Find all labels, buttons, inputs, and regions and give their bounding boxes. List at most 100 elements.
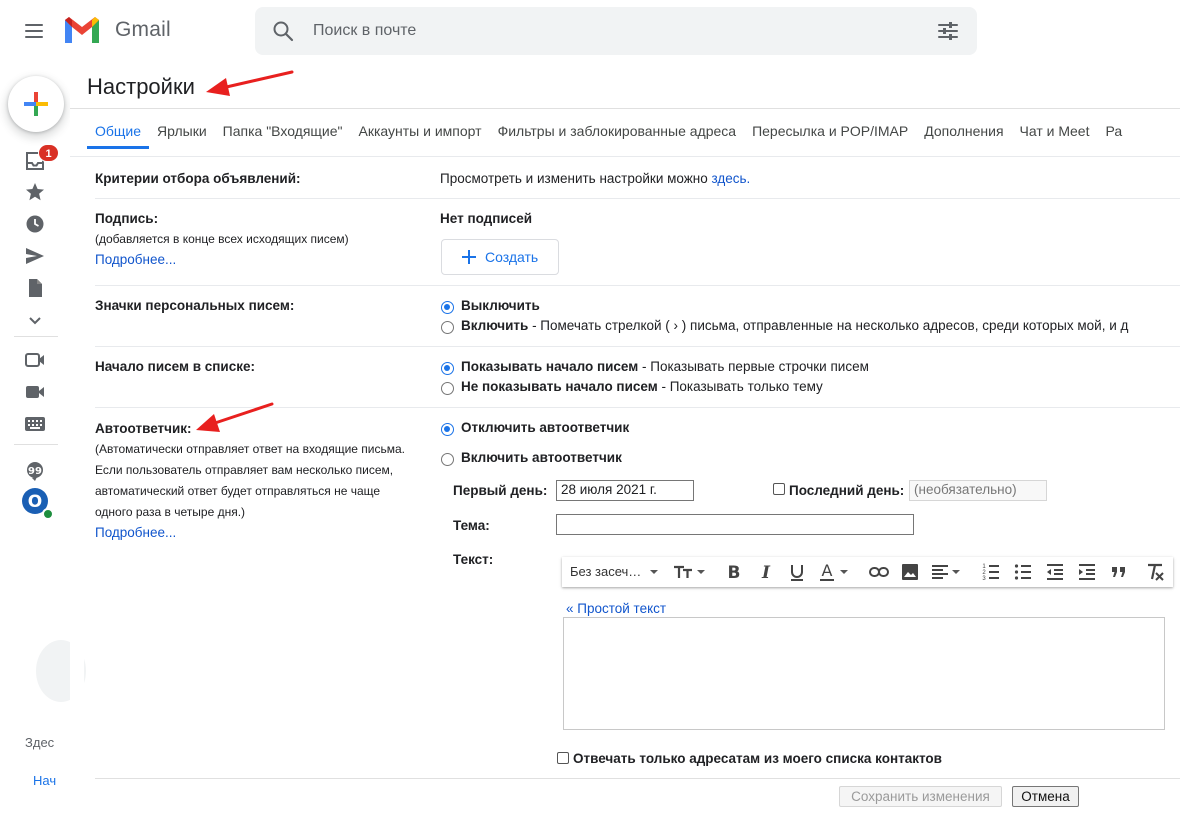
vacation-off-label: Отключить автоответчик	[461, 420, 630, 435]
align-icon[interactable]	[930, 562, 964, 582]
plus-icon	[462, 250, 476, 264]
last-day-input[interactable]: (необязательно)	[909, 480, 1047, 501]
snippets-hide-option[interactable]: Не показывать начало писем - Показывать …	[461, 379, 823, 394]
rail-hint-text: Здес	[25, 735, 55, 750]
insert-image-icon[interactable]	[900, 562, 920, 582]
meet-new-icon[interactable]	[24, 349, 46, 371]
quote-icon[interactable]	[1109, 562, 1129, 582]
first-day-input[interactable]: 28 июля 2021 г.	[556, 480, 694, 501]
indent-more-icon[interactable]	[1077, 562, 1097, 582]
cancel-button[interactable]: Отмена	[1012, 786, 1079, 807]
vacation-sub-4: одного раза в четыре дня.)	[95, 505, 246, 519]
snoozed-clock-icon[interactable]	[24, 213, 46, 235]
video-camera-icon[interactable]	[24, 381, 46, 403]
rail-divider	[14, 336, 58, 337]
chat-quote-icon[interactable]: 99	[24, 460, 46, 482]
tab-filters[interactable]: Фильтры и заблокированные адреса	[490, 113, 745, 149]
snippets-label: Начало писем в списке:	[95, 359, 255, 374]
tab-inbox[interactable]: Папка "Входящие"	[215, 113, 351, 149]
personal-icons-off-option[interactable]: Выключить	[461, 298, 540, 313]
underline-icon[interactable]	[787, 562, 807, 582]
menu-icon-bar	[25, 30, 43, 32]
font-select[interactable]: Без засеч…	[570, 564, 659, 579]
create-signature-label: Создать	[485, 249, 539, 265]
indent-less-icon[interactable]	[1045, 562, 1065, 582]
font-select-value: Без засеч…	[570, 564, 642, 579]
numbered-list-icon[interactable]: 1 2 3	[981, 562, 1001, 582]
last-day-checkbox[interactable]	[773, 483, 785, 495]
chevron-down-icon[interactable]	[24, 310, 46, 332]
svg-text:I: I	[761, 563, 771, 582]
user-avatar-icon[interactable]: O	[21, 487, 55, 521]
vacation-on-label: Включить автоответчик	[461, 450, 622, 465]
search-options-icon[interactable]	[937, 20, 959, 42]
vacation-body-editor[interactable]	[563, 617, 1165, 730]
search-icon[interactable]	[271, 19, 295, 43]
last-day-label: Последний день:	[789, 483, 905, 498]
drafts-icon[interactable]	[24, 277, 46, 299]
signature-status: Нет подписей	[440, 211, 533, 226]
search-bar[interactable]	[255, 7, 977, 55]
subject-input[interactable]	[556, 514, 914, 535]
snippets-show-radio[interactable]	[441, 362, 454, 375]
svg-text:B: B	[728, 563, 741, 582]
menu-icon	[25, 24, 43, 26]
starred-icon[interactable]	[24, 181, 46, 203]
svg-text:99: 99	[28, 466, 42, 477]
compose-button[interactable]	[8, 76, 64, 132]
create-signature-button[interactable]: Создать	[441, 239, 559, 275]
vacation-sub-3: автоматический ответ будет отправляться …	[95, 484, 381, 498]
ads-here-link[interactable]: здесь.	[712, 171, 751, 186]
personal-icons-on-radio[interactable]	[441, 321, 454, 334]
snippets-show-option[interactable]: Показывать начало писем - Показывать пер…	[461, 359, 869, 374]
ads-label: Критерии отбора объявлений:	[95, 171, 301, 186]
italic-icon[interactable]: I	[756, 562, 776, 582]
clear-formatting-icon[interactable]	[1144, 562, 1166, 582]
row-divider	[95, 407, 1180, 408]
snippets-hide-label: Не показывать начало писем	[461, 379, 658, 394]
signature-more-link[interactable]: Подробнее...	[95, 252, 176, 267]
vacation-on-radio[interactable]	[441, 453, 454, 466]
footer-divider	[95, 778, 1180, 779]
vacation-more-link[interactable]: Подробнее...	[95, 525, 176, 540]
rail-start-link[interactable]: Нач	[33, 773, 57, 788]
sent-icon[interactable]	[24, 245, 46, 267]
ads-text-body: Просмотреть и изменить настройки можно	[440, 171, 712, 186]
tab-addons[interactable]: Дополнения	[916, 113, 1011, 149]
vacation-on-option[interactable]: Включить автоответчик	[461, 450, 622, 465]
tab-chat-meet[interactable]: Чат и Meet	[1012, 113, 1098, 149]
contacts-only-checkbox[interactable]	[557, 752, 569, 764]
plain-text-link[interactable]: « Простой текст	[566, 601, 666, 616]
link-icon[interactable]	[868, 562, 890, 582]
main-menu-button[interactable]	[22, 19, 48, 43]
first-day-label: Первый день:	[453, 483, 548, 498]
save-changes-button[interactable]: Сохранить изменения	[839, 786, 1002, 807]
tab-labels[interactable]: Ярлыки	[149, 113, 215, 149]
ads-text: Просмотреть и изменить настройки можно з…	[440, 171, 750, 186]
tab-accounts[interactable]: Аккаунты и импорт	[351, 113, 490, 149]
tab-forwarding[interactable]: Пересылка и POP/IMAP	[744, 113, 916, 149]
contacts-only-label: Отвечать только адресатам из моего списк…	[573, 751, 942, 766]
gmail-logo-icon[interactable]	[62, 14, 102, 46]
personal-icons-on-option[interactable]: Включить - Помечать стрелкой ( › ) письм…	[461, 318, 1180, 333]
text-color-icon[interactable]: A	[818, 562, 854, 582]
snippets-hide-radio[interactable]	[441, 382, 454, 395]
text-size-icon[interactable]	[672, 562, 708, 582]
bold-icon[interactable]: B	[724, 562, 744, 582]
vacation-off-option[interactable]: Отключить автоответчик	[461, 420, 629, 435]
svg-text:O: O	[28, 492, 42, 512]
snippets-show-label: Показывать начало писем	[461, 359, 639, 374]
tab-advanced[interactable]: Ра	[1097, 113, 1130, 149]
personal-icons-off-radio[interactable]	[441, 301, 454, 314]
keyboard-icon[interactable]	[24, 413, 46, 435]
settings-panel: Настройки Общие Ярлыки Папка "Входящие" …	[70, 62, 1180, 816]
vacation-sub-1: (Автоматически отправляет ответ на входя…	[95, 442, 406, 456]
snippets-hide-desc: - Показывать только тему	[657, 379, 823, 394]
personal-icons-off-label: Выключить	[461, 298, 540, 313]
vacation-off-radio[interactable]	[441, 423, 454, 436]
snippets-show-desc: - Показывать первые строчки писем	[638, 359, 869, 374]
search-input[interactable]	[311, 16, 871, 46]
personal-icons-on-desc: - Помечать стрелкой ( › ) письма, отправ…	[528, 318, 1129, 333]
tab-general[interactable]: Общие	[87, 113, 150, 149]
bulleted-list-icon[interactable]	[1013, 562, 1033, 582]
